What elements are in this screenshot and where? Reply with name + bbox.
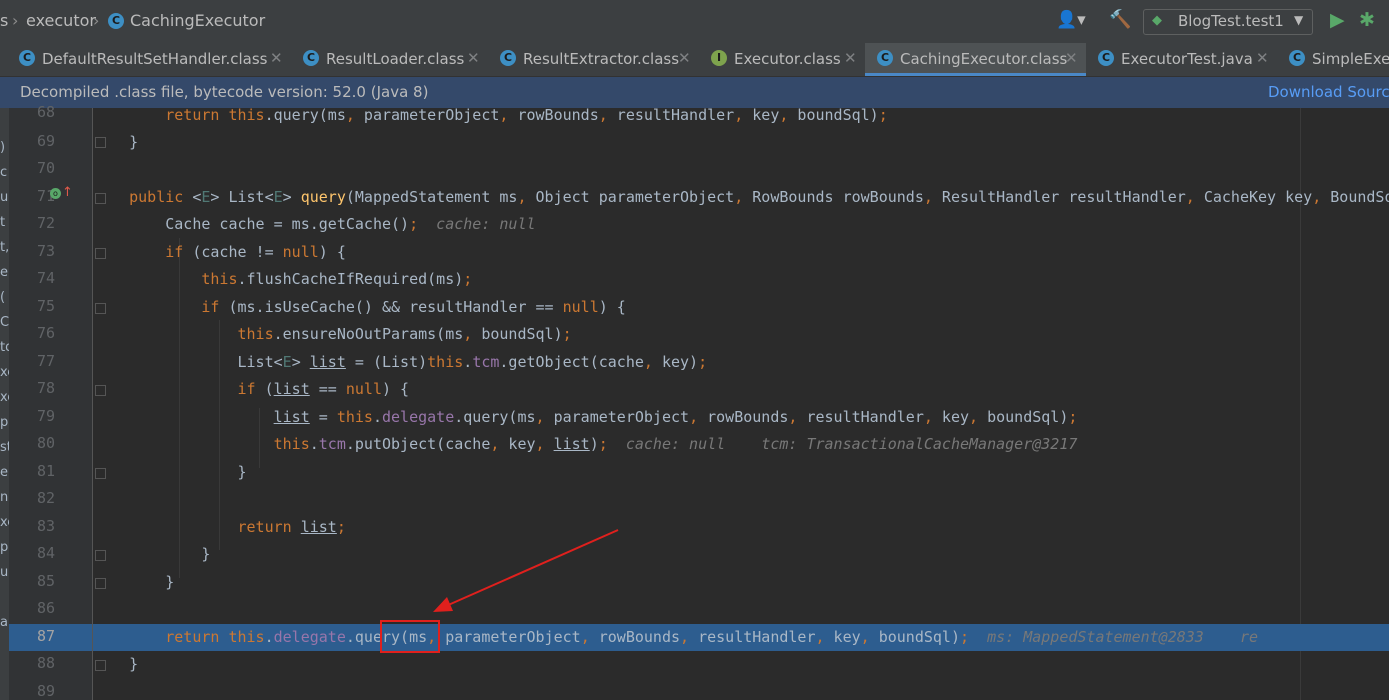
annotation-arrow — [433, 529, 619, 612]
